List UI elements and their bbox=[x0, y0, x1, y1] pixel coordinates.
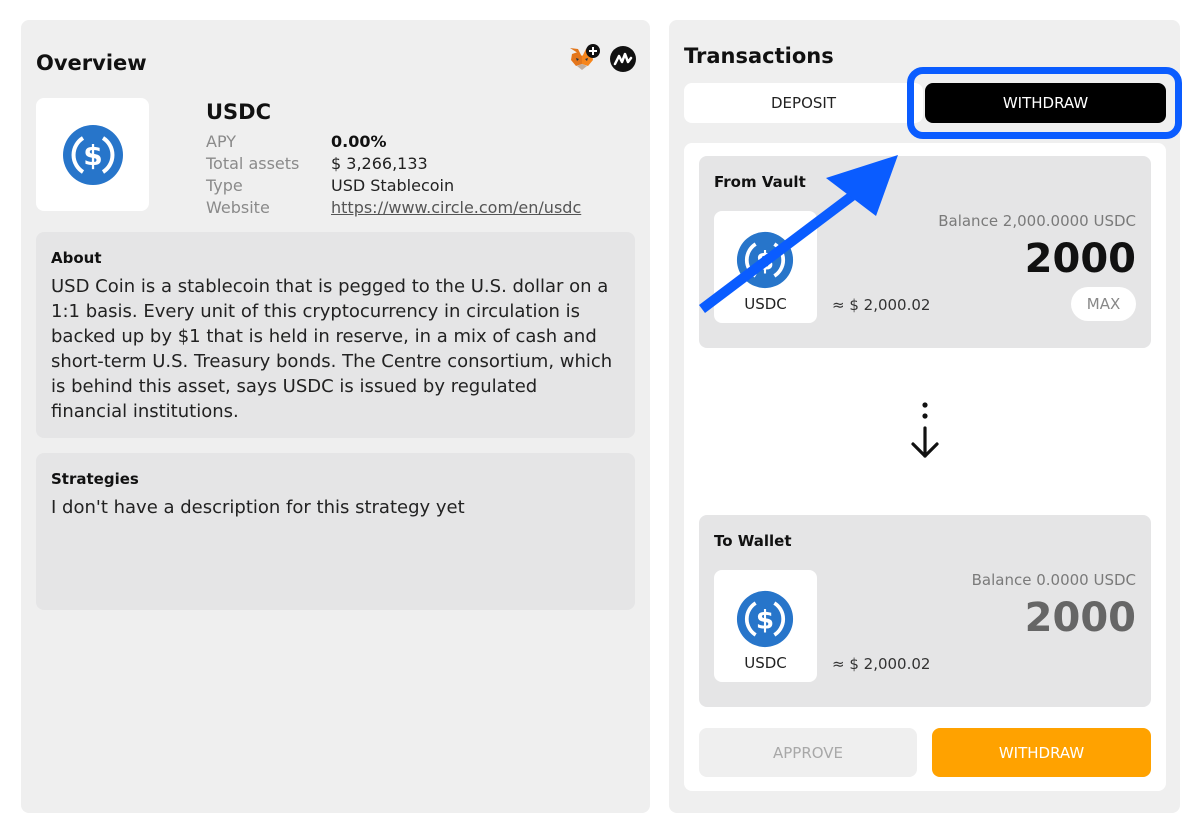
to-token-selector[interactable]: $ USDC bbox=[714, 570, 817, 682]
website-label: Website bbox=[206, 198, 270, 217]
arrow-down-icon bbox=[911, 402, 939, 458]
type-label: Type bbox=[206, 176, 243, 195]
transactions-title: Transactions bbox=[684, 44, 834, 68]
from-token-label: USDC bbox=[744, 295, 787, 313]
from-vault-heading: From Vault bbox=[714, 173, 806, 191]
overview-panel: Overview $ USDC APY 0.00% Total assets $… bbox=[21, 20, 650, 813]
to-wallet-section: To Wallet $ USDC Balance 0.0000 USDC 200… bbox=[699, 515, 1151, 707]
metamask-add-icon[interactable] bbox=[568, 44, 600, 74]
to-usd-value: ≈ $ 2,000.02 bbox=[832, 655, 931, 673]
withdraw-tab-highlight bbox=[907, 67, 1182, 139]
to-token-label: USDC bbox=[744, 654, 787, 672]
withdraw-button[interactable]: WITHDRAW bbox=[932, 728, 1151, 777]
usdc-icon: $ bbox=[62, 124, 123, 185]
type-value: USD Stablecoin bbox=[331, 176, 455, 195]
exchange-logo-icon[interactable] bbox=[608, 44, 638, 74]
strategies-card: Strategies I don't have a description fo… bbox=[36, 453, 635, 610]
max-button[interactable]: MAX bbox=[1071, 287, 1136, 321]
asset-name: USDC bbox=[206, 100, 272, 124]
to-amount-output: 2000 bbox=[1024, 595, 1136, 641]
apy-value: 0.00% bbox=[331, 132, 387, 151]
usdc-icon: $ bbox=[736, 231, 794, 289]
website-link[interactable]: https://www.circle.com/en/usdc bbox=[331, 198, 581, 217]
svg-text:$: $ bbox=[756, 605, 774, 635]
transaction-form: From Vault $ USDC Balance 2,000.0000 USD… bbox=[684, 143, 1166, 791]
from-amount-input[interactable]: 2000 bbox=[1025, 236, 1136, 282]
total-assets-label: Total assets bbox=[206, 154, 300, 173]
tab-deposit[interactable]: DEPOSIT bbox=[684, 83, 923, 123]
to-balance: Balance 0.0000 USDC bbox=[971, 571, 1136, 589]
svg-text:$: $ bbox=[83, 139, 102, 172]
transactions-panel: Transactions DEPOSIT WITHDRAW From Vault… bbox=[669, 20, 1182, 813]
about-heading: About bbox=[51, 249, 102, 267]
strategies-text: I don't have a description for this stra… bbox=[51, 497, 465, 518]
apy-label: APY bbox=[206, 132, 237, 151]
approve-button[interactable]: APPROVE bbox=[699, 728, 917, 777]
from-token-selector[interactable]: $ USDC bbox=[714, 211, 817, 323]
usdc-icon: $ bbox=[736, 590, 794, 648]
to-wallet-heading: To Wallet bbox=[714, 532, 792, 550]
from-usd-value: ≈ $ 2,000.02 bbox=[832, 296, 931, 314]
strategies-heading: Strategies bbox=[51, 470, 139, 488]
from-balance: Balance 2,000.0000 USDC bbox=[938, 212, 1136, 230]
asset-logo-box: $ bbox=[36, 98, 149, 211]
svg-text:$: $ bbox=[756, 246, 774, 276]
about-card: About USD Coin is a stablecoin that is p… bbox=[36, 232, 635, 438]
from-vault-section: From Vault $ USDC Balance 2,000.0000 USD… bbox=[699, 156, 1151, 348]
about-text: USD Coin is a stablecoin that is pegged … bbox=[51, 276, 613, 422]
overview-title: Overview bbox=[36, 51, 147, 75]
total-assets-value: $ 3,266,133 bbox=[331, 154, 428, 173]
